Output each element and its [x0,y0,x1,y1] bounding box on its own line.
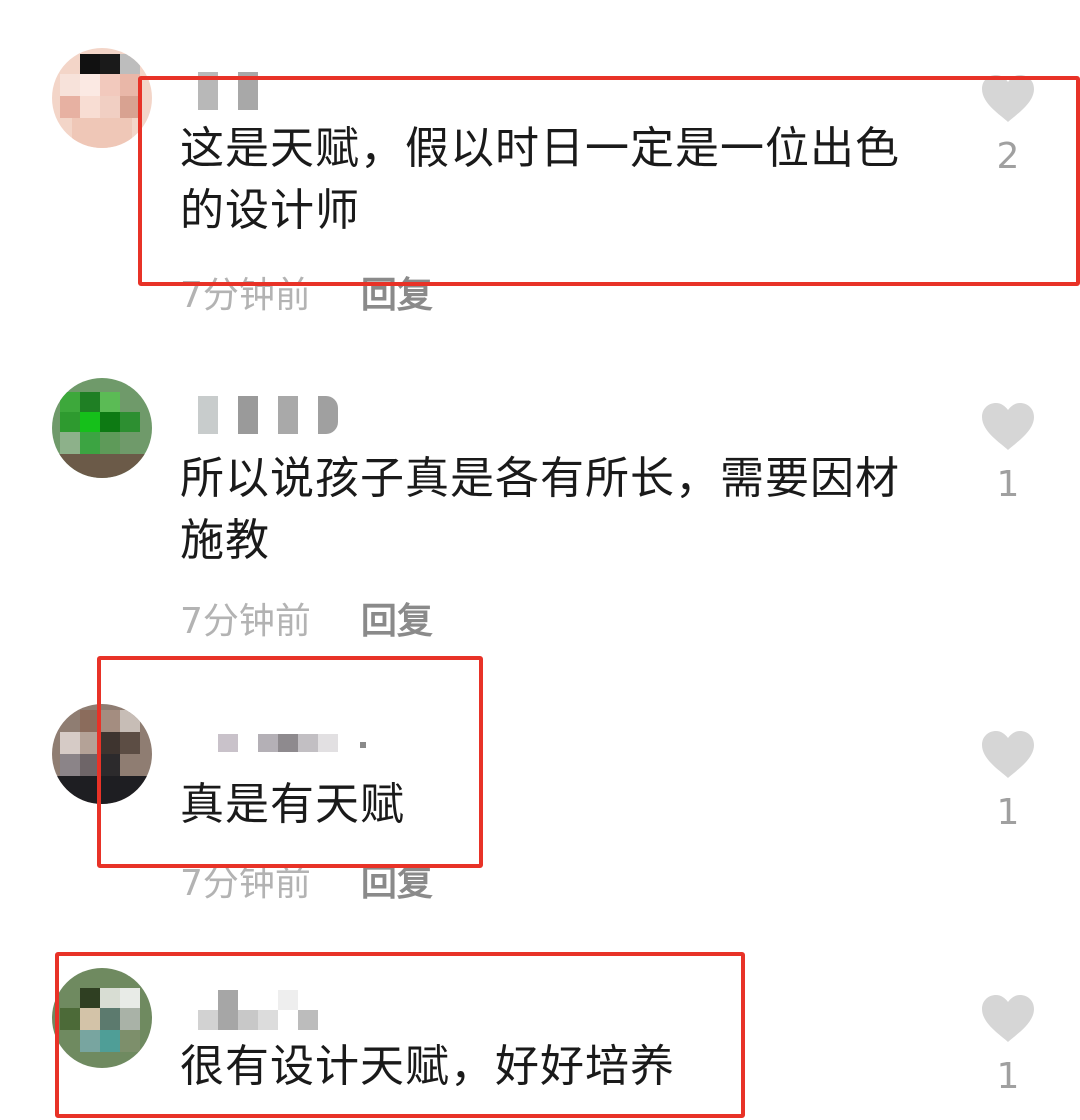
heart-icon [982,75,1034,122]
like-count: 1 [996,1056,1020,1097]
comment-meta: 7分钟前 回复 [180,276,433,316]
comment-text: 真是有天赋 [180,779,405,830]
comment-meta: 7分钟前 回复 [180,602,433,642]
comment-time: 7分钟前 [180,275,311,316]
highlight-box [97,656,483,868]
comment-time: 7分钟前 [180,863,311,904]
comment-meta: 7分钟前 回复 [180,864,433,904]
heart-icon [982,731,1034,778]
comment-text: 所以说孩子真是各有所长，需要因材施教 [180,453,900,566]
like-button[interactable]: 1 [980,402,1036,505]
user-avatar[interactable] [52,378,152,478]
user-avatar[interactable] [52,704,152,804]
comment-time: 7分钟前 [180,601,311,642]
reply-button[interactable]: 回复 [361,275,433,316]
like-count: 2 [996,136,1020,177]
like-count: 1 [996,464,1020,505]
like-button[interactable]: 1 [980,994,1036,1097]
reply-button[interactable]: 回复 [361,863,433,904]
like-button[interactable]: 2 [980,74,1036,177]
like-button[interactable]: 1 [980,730,1036,833]
user-avatar[interactable] [52,48,152,148]
like-count: 1 [996,792,1020,833]
comment-text: 很有设计天赋，好好培养 [180,1041,675,1092]
comment-text: 这是天赋，假以时日一定是一位出色的设计师 [180,123,900,236]
heart-icon [982,403,1034,450]
user-avatar[interactable] [52,968,152,1068]
heart-icon [982,995,1034,1042]
reply-button[interactable]: 回复 [361,601,433,642]
